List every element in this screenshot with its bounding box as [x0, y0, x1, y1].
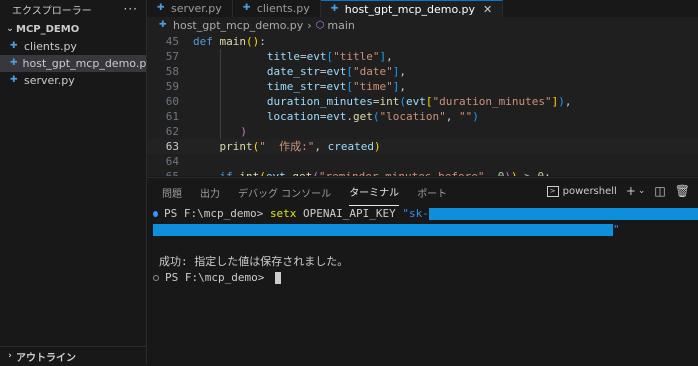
- tab-label: host_gpt_mcp_demo.py: [344, 3, 476, 16]
- split-terminal-icon[interactable]: ◫: [654, 184, 665, 198]
- code-editor[interactable]: 45 def main(): 57 title=evt["title"], 58…: [147, 34, 698, 176]
- line-number: 59: [165, 80, 179, 93]
- chevron-down-icon: ⌄: [6, 24, 14, 34]
- command-name: setx: [269, 207, 297, 220]
- code-text: time_str=evt["time"],: [193, 79, 406, 94]
- code-line: 57 title=evt["title"],: [147, 49, 698, 64]
- outline-section-header[interactable]: › アウトライン: [0, 346, 150, 365]
- breadcrumb-symbol[interactable]: main: [327, 19, 354, 32]
- terminal-line: PS F:\mcp_demo> setx OPENAI_API_KEY "sk-: [153, 206, 698, 222]
- chevron-down-icon[interactable]: ⌄: [638, 186, 646, 196]
- prompt: PS F:\mcp_demo>: [165, 271, 271, 284]
- explorer-sidebar: エクスプローラー ··· ⌄ MCP_DEMO ✚ clients.py ✚ h…: [0, 0, 153, 365]
- tab-ports[interactable]: ポート: [417, 178, 447, 206]
- code-line: 58 date_str=evt["date"],: [147, 64, 698, 79]
- tab-server-py[interactable]: ✚ server.py: [147, 0, 233, 17]
- code-text: if int(evt.get("reminder_minutes_before"…: [193, 169, 551, 176]
- file-label: server.py: [24, 74, 75, 87]
- command-value: "sk-: [402, 207, 429, 220]
- code-line: 45 def main():: [147, 34, 698, 49]
- code-text: duration_minutes=int(evt["duration_minut…: [193, 94, 572, 109]
- tab-problems[interactable]: 問題: [162, 178, 182, 206]
- code-line: 61 location=evt.get("location", ""): [147, 109, 698, 124]
- trash-icon[interactable]: 🗑: [675, 184, 690, 198]
- line-number: 57: [165, 50, 179, 63]
- terminal-icon: >: [546, 185, 559, 197]
- code-text: ): [193, 124, 247, 139]
- code-line: 62 ): [147, 124, 698, 139]
- tab-terminal[interactable]: ターミナル: [349, 178, 400, 206]
- line-number: 58: [165, 65, 179, 78]
- code-line: 65 if int(evt.get("reminder_minutes_befo…: [147, 169, 698, 176]
- code-text: print(" 作成:", created): [219, 140, 381, 153]
- explorer-title: エクスプローラー: [12, 5, 92, 17]
- command-success-icon: [153, 211, 158, 217]
- python-file-icon: ✚: [330, 4, 339, 14]
- line-number: 45: [165, 35, 179, 48]
- close-icon[interactable]: ✕: [483, 3, 492, 16]
- line-number: 62: [165, 125, 179, 138]
- terminal-line: ": [153, 222, 698, 238]
- redaction-bar: [428, 208, 698, 220]
- tab-label: server.py: [171, 2, 222, 15]
- terminal-cursor: [274, 272, 281, 284]
- outline-label: アウトライン: [16, 352, 76, 364]
- tab-clients-py[interactable]: ✚ clients.py: [233, 0, 321, 17]
- terminal-output[interactable]: PS F:\mcp_demo> setx OPENAI_API_KEY "sk-…: [147, 206, 698, 286]
- python-file-icon: ✚: [10, 75, 18, 85]
- code-text: def main():: [193, 35, 266, 48]
- explorer-header: エクスプローラー ···: [0, 0, 146, 18]
- code-text: date_str=evt["date"],: [193, 64, 406, 79]
- code-line: 60 duration_minutes=int(evt["duration_mi…: [147, 94, 698, 109]
- more-actions-button[interactable]: ···: [124, 2, 138, 16]
- tab-debug-console[interactable]: デバッグ コンソール: [238, 178, 331, 206]
- chevron-right-icon: ›: [8, 351, 12, 361]
- breadcrumb-separator: ›: [307, 19, 312, 32]
- code-line-current: 63 print(" 作成:", created): [147, 139, 698, 154]
- success-message: 成功: 指定した値は保存されました。: [159, 255, 349, 268]
- file-label: clients.py: [24, 40, 77, 53]
- code-line: 64: [147, 154, 698, 169]
- tab-host-gpt-mcp-demo-py[interactable]: ✚ host_gpt_mcp_demo.py ✕: [320, 0, 504, 18]
- breadcrumb-file[interactable]: host_gpt_mcp_demo.py: [173, 19, 303, 32]
- command-arg: OPENAI_API_KEY: [296, 207, 403, 220]
- tab-label: clients.py: [256, 2, 310, 15]
- folder-section-header[interactable]: ⌄ MCP_DEMO: [0, 20, 146, 38]
- code-text: location=evt.get("location", ""): [193, 109, 479, 124]
- folder-name: MCP_DEMO: [16, 23, 80, 35]
- line-number: 65: [147, 169, 193, 176]
- python-file-icon: ✚: [242, 3, 251, 13]
- python-file-icon: ✚: [159, 20, 167, 30]
- python-file-icon: ✚: [10, 41, 18, 51]
- function-symbol-icon: ⬡: [315, 20, 325, 31]
- terminal-line: 成功: 指定した値は保存されました。: [153, 254, 698, 270]
- python-file-icon: ✚: [157, 3, 165, 13]
- panel-actions: > powershell + ⌄ ◫ 🗑: [546, 184, 690, 198]
- file-item-server[interactable]: ✚ server.py: [0, 72, 146, 89]
- shell-name[interactable]: powershell: [563, 186, 617, 197]
- code-line: 59 time_str=evt["time"],: [147, 79, 698, 94]
- line-number: 60: [165, 95, 179, 108]
- code-text: title=evt["title"],: [193, 49, 393, 64]
- tab-output[interactable]: 出力: [200, 178, 220, 206]
- line-number: 64: [165, 155, 179, 168]
- file-item-clients[interactable]: ✚ clients.py: [0, 38, 146, 55]
- terminal-panel: 問題 出力 デバッグ コンソール ターミナル ポート > powershell …: [147, 177, 698, 366]
- file-label: host_gpt_mcp_demo.py: [22, 57, 153, 70]
- breadcrumb: ✚ host_gpt_mcp_demo.py › ⬡ main: [147, 17, 698, 34]
- file-item-host-gpt-mcp-demo[interactable]: ✚ host_gpt_mcp_demo.py: [0, 55, 153, 72]
- new-terminal-icon[interactable]: +: [626, 184, 636, 198]
- terminal-line: PS F:\mcp_demo>: [153, 270, 698, 286]
- command-pending-icon: [153, 275, 159, 281]
- command-value-end: ": [613, 223, 620, 236]
- line-number: 63: [165, 140, 179, 153]
- line-number: 61: [165, 110, 179, 123]
- python-file-icon: ✚: [10, 58, 18, 68]
- redaction-bar: [153, 224, 613, 236]
- prompt: PS F:\mcp_demo>: [163, 207, 270, 220]
- editor-tab-bar: ✚ server.py ✚ clients.py ✚ host_gpt_mcp_…: [147, 0, 698, 18]
